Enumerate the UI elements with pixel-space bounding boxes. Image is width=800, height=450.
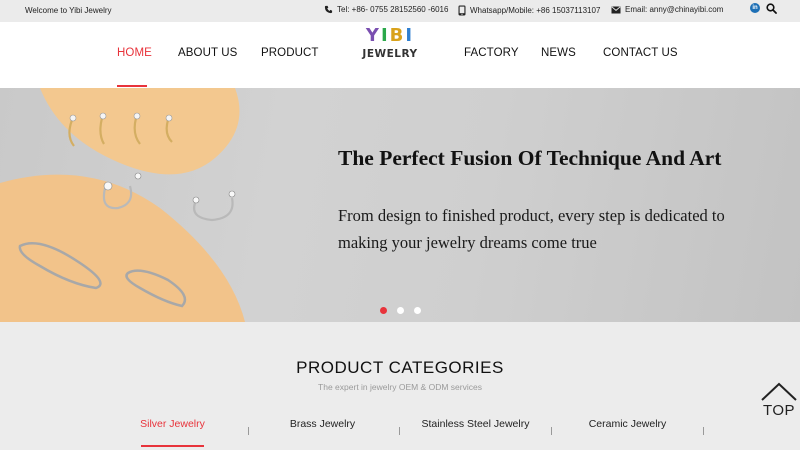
email-text: Email: anny@chinayibi.com [625,5,724,14]
slide-dot-3[interactable] [414,307,421,314]
tab-active-indicator [141,445,204,447]
nav-about[interactable]: ABOUT US [178,47,237,59]
email-icon [611,5,621,13]
phone-icon [324,5,333,14]
categories-subtitle: The expert in jewelry OEM & ODM services [318,382,482,392]
nav-home[interactable]: HOME [117,47,152,59]
contact-email[interactable]: Email: anny@chinayibi.com [611,5,723,14]
nav-contact[interactable]: CONTACT US [603,47,678,59]
logo-letter-y: Y [365,25,381,46]
categories-title: PRODUCT CATEGORIES [296,358,504,377]
banner-headline: The Perfect Fusion Of Technique And Art [338,146,722,170]
tab-divider [399,427,400,435]
slider-pagination [380,307,421,314]
contact-phone[interactable]: Tel: +86- 0755 28152560 -6016 [324,5,448,14]
logo-subtitle: JEWELRY [362,48,418,60]
search-icon[interactable] [766,3,777,14]
whatsapp-text: Whatsapp/Mobile: +86 15037113107 [470,6,601,15]
logo-wordmark: Y I B I [350,27,430,45]
chevron-up-icon [761,382,797,401]
main-header: HOME ABOUT US PRODUCT Y I B I JEWELRY FA… [0,22,800,88]
phone-text: Tel: +86- 0755 28152560 -6016 [337,5,449,14]
logo-letter-b: B [389,25,406,46]
category-tabs: Silver Jewelry Brass Jewelry Stainless S… [95,418,715,448]
logo-letter-i2: I [405,25,415,46]
logo-letter-i: I [380,25,390,46]
tab-divider [703,427,704,435]
slide-dot-2[interactable] [397,307,404,314]
tab-divider [248,427,249,435]
linkedin-icon[interactable]: in [750,3,760,13]
tab-silver-jewelry[interactable]: Silver Jewelry [95,418,250,430]
welcome-text: Welcome to Yibi Jewelry [25,6,112,15]
mobile-icon [458,5,466,16]
tab-brass-jewelry[interactable]: Brass Jewelry [245,418,400,430]
top-info-bar: Welcome to Yibi Jewelry Tel: +86- 0755 2… [0,0,800,22]
nav-active-indicator [117,85,147,87]
contact-whatsapp[interactable]: Whatsapp/Mobile: +86 15037113107 [458,5,600,16]
nav-factory[interactable]: FACTORY [464,47,519,59]
tab-stainless-steel-jewelry[interactable]: Stainless Steel Jewelry [398,418,553,430]
slide-dot-1[interactable] [380,307,387,314]
tab-ceramic-jewelry[interactable]: Ceramic Jewelry [550,418,705,430]
hero-banner[interactable]: The Perfect Fusion Of Technique And Art … [0,88,800,322]
tab-divider [551,427,552,435]
yibi-logo[interactable]: Y I B I JEWELRY [350,27,430,63]
back-to-top-label: TOP [762,402,796,419]
banner-subtext: From design to finished product, every s… [338,206,725,252]
back-to-top-button[interactable]: TOP [758,380,800,420]
nav-product[interactable]: PRODUCT [261,47,319,59]
nav-news[interactable]: NEWS [541,47,576,59]
